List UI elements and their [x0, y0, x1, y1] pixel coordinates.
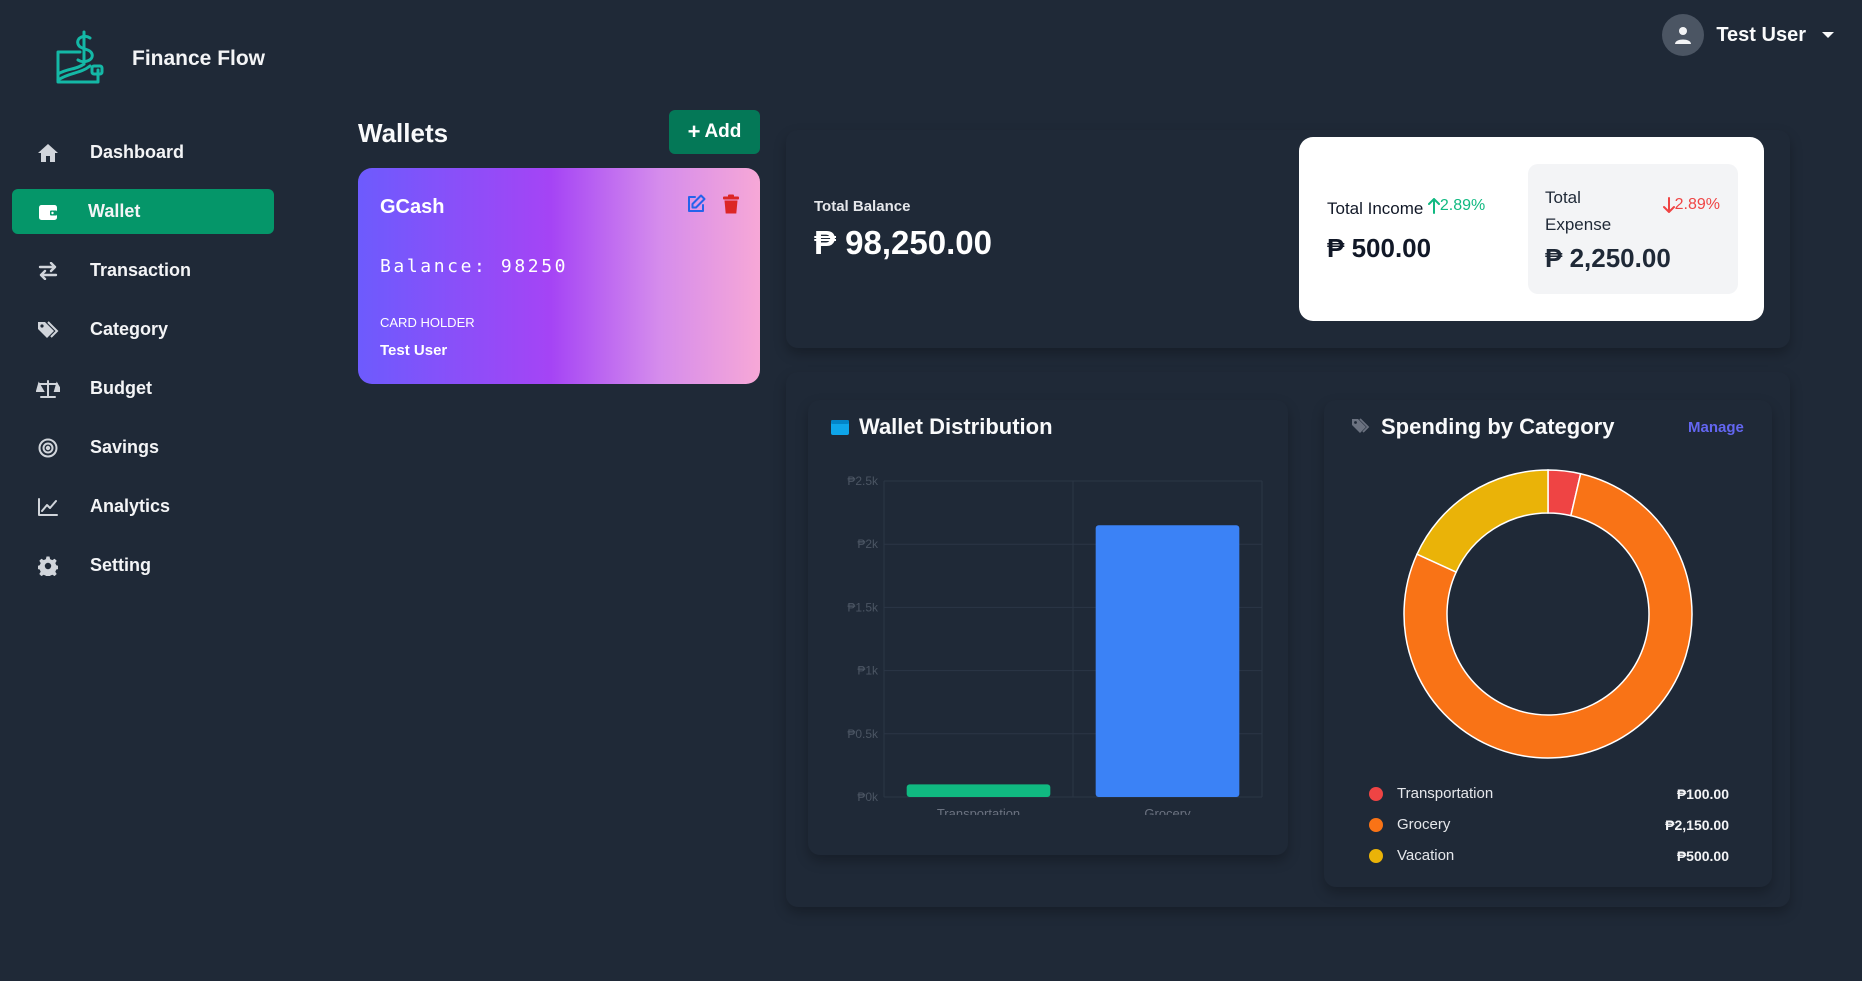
target-icon	[36, 436, 60, 460]
income-block: Total Income 2.89%	[1327, 197, 1485, 219]
expense-block: Total Expense 2.89% ₱ 2,250.00	[1528, 164, 1738, 294]
income-value: ₱ 500.00	[1327, 233, 1432, 263]
wallet-icon	[831, 419, 849, 435]
legend-name: Grocery	[1397, 816, 1451, 833]
sidebar-item-label: Category	[90, 319, 169, 339]
spending-donut-chart	[1403, 469, 1693, 759]
scale-icon	[36, 377, 60, 401]
sidebar-item-category[interactable]: Category	[12, 307, 274, 352]
tags-icon	[1351, 418, 1371, 436]
sidebar-item-transaction[interactable]: Transaction	[12, 248, 274, 293]
sidebar-item-label: Wallet	[88, 201, 141, 221]
wallet-icon	[36, 200, 60, 224]
sidebar-item-savings[interactable]: Savings	[12, 425, 274, 470]
add-button-label: Add	[704, 121, 742, 142]
sidebar-item-wallet[interactable]: Wallet	[12, 189, 274, 234]
legend-value: ₱2,150.00	[1665, 816, 1729, 833]
y-tick-label: ₱2k	[857, 537, 879, 551]
home-icon	[36, 141, 60, 165]
y-tick-label: ₱0k	[857, 790, 879, 804]
expense-change: 2.89%	[1662, 196, 1720, 214]
legend-name: Transportation	[1397, 785, 1494, 802]
sidebar-item-dashboard[interactable]: Dashboard	[12, 130, 274, 175]
legend-dot	[1369, 786, 1383, 801]
arrow-down-icon	[1662, 197, 1675, 213]
arrow-up-icon	[1427, 198, 1440, 214]
trash-icon[interactable]	[722, 194, 740, 219]
wallet-balance: Balance: 98250	[380, 256, 569, 277]
y-tick-label: ₱1.5k	[847, 600, 879, 614]
total-balance-value: ₱ 98,250.00	[814, 224, 992, 261]
legend-value: ₱500.00	[1676, 847, 1729, 864]
wallets-heading: Wallets	[358, 118, 449, 148]
sidebar-item-label: Budget	[90, 378, 152, 398]
user-name: Test User	[1716, 23, 1806, 46]
expense-value: ₱ 2,250.00	[1545, 243, 1671, 273]
chevron-down-icon	[1822, 32, 1834, 38]
tags-icon	[36, 318, 60, 342]
chart-line-icon	[36, 495, 60, 519]
plus-icon: +	[687, 119, 701, 144]
user-icon	[1675, 27, 1692, 44]
income-expense-card: Total Income 2.89% ₱ 500.00 Total Expens…	[1299, 137, 1764, 321]
income-pct: 2.89%	[1439, 197, 1486, 214]
legend-dot	[1369, 848, 1383, 863]
wallet-distribution-title: Wallet Distribution	[831, 414, 1053, 440]
sidebar-item-analytics[interactable]: Analytics	[12, 484, 274, 529]
bar	[1095, 525, 1240, 797]
y-tick-label: ₱1k	[857, 664, 879, 678]
transfer-arrows-icon	[36, 259, 60, 283]
sidebar-item-label: Setting	[90, 555, 151, 575]
legend-item: Transportation ₱100.00	[1369, 778, 1729, 809]
user-menu[interactable]: Test User	[1662, 14, 1834, 56]
income-change: 2.89%	[1427, 197, 1486, 215]
sidebar-item-label: Savings	[90, 437, 160, 457]
gear-icon	[36, 554, 60, 578]
sidebar-item-setting[interactable]: Setting	[12, 543, 274, 588]
finance-logo-icon	[56, 30, 104, 84]
sidebar-item-label: Analytics	[90, 496, 171, 516]
donut-slice	[1416, 469, 1549, 574]
add-wallet-button[interactable]: + Add	[669, 110, 760, 154]
sidebar-item-budget[interactable]: Budget	[12, 366, 274, 411]
legend-item: Grocery ₱2,150.00	[1369, 809, 1729, 840]
sidebar-item-label: Transaction	[90, 260, 192, 280]
wallet-distribution-chart: ₱0k ₱0.5k ₱1k ₱1.5k ₱2k ₱2.5k Transportation Gr…	[847, 474, 1263, 815]
wallet-distribution-text: Wallet Distribution	[859, 414, 1053, 439]
spending-text: Spending by Category	[1381, 414, 1615, 439]
total-balance-label: Total Balance	[814, 198, 911, 215]
sidebar-item-label: Dashboard	[90, 142, 185, 162]
sidebar-nav: Dashboard Wallet Transaction Category Bu…	[12, 130, 274, 602]
x-tick-label: Transportation	[937, 806, 1020, 815]
income-label: Total Income	[1327, 199, 1424, 218]
bar	[906, 784, 1051, 797]
wallet-card-actions	[686, 194, 740, 219]
card-holder-label: CARD HOLDER	[380, 315, 475, 330]
spending-legend: Transportation ₱100.00 Grocery ₱2,150.00…	[1369, 778, 1729, 871]
edit-icon[interactable]	[686, 194, 706, 219]
expense-label: Total Expense	[1545, 188, 1612, 234]
y-tick-label: ₱0.5k	[847, 727, 879, 741]
wallet-card[interactable]: GCash Balance: 98250 CARD HOLDER Test Us…	[358, 168, 760, 384]
card-holder-name: Test User	[380, 342, 448, 359]
legend-name: Vacation	[1397, 847, 1455, 864]
legend-item: Vacation ₱500.00	[1369, 840, 1729, 871]
spending-title: Spending by Category	[1351, 414, 1614, 440]
x-tick-label: Grocery	[1144, 806, 1191, 815]
manage-link[interactable]: Manage	[1688, 419, 1744, 436]
app-title: Finance Flow	[132, 47, 266, 70]
expense-pct: 2.89%	[1674, 196, 1720, 213]
wallet-name: GCash	[380, 196, 445, 218]
avatar	[1662, 14, 1705, 56]
y-tick-label: ₱2.5k	[847, 474, 879, 488]
app-logo[interactable]: Finance Flow	[52, 30, 265, 88]
legend-dot	[1369, 817, 1383, 832]
legend-value: ₱100.00	[1676, 785, 1729, 802]
